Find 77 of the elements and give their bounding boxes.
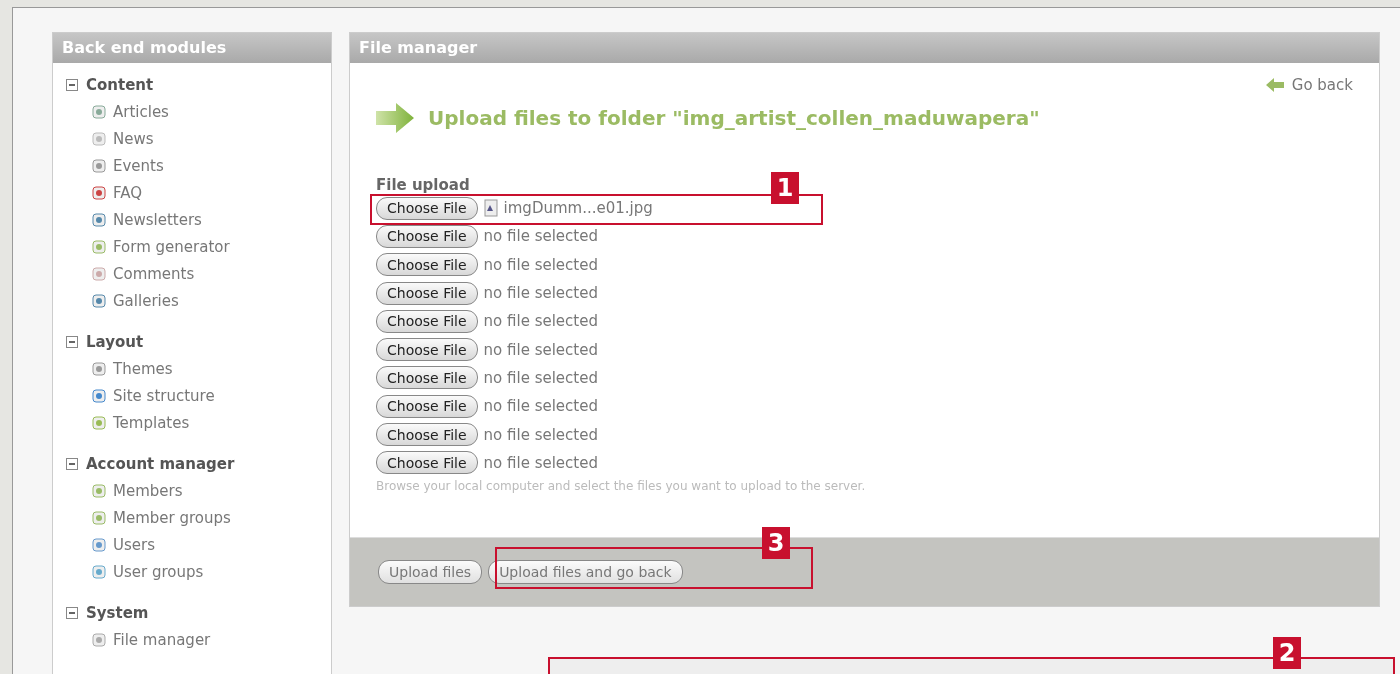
sidebar-item[interactable]: Site structure bbox=[113, 386, 215, 405]
module-icon bbox=[91, 414, 107, 431]
file-name: no file selected bbox=[483, 255, 598, 274]
sidebar-item[interactable]: Newsletters bbox=[113, 210, 202, 229]
choose-file-button[interactable]: Choose File bbox=[376, 196, 478, 220]
file-name: no file selected bbox=[483, 227, 598, 246]
group-header[interactable]: System bbox=[53, 599, 331, 626]
sidebar-item[interactable]: Form generator bbox=[113, 237, 230, 256]
module-icon bbox=[91, 563, 107, 580]
sidebar-item[interactable]: Members bbox=[113, 481, 183, 500]
upload-button[interactable]: Upload files bbox=[378, 560, 483, 584]
module-icon bbox=[91, 360, 107, 377]
group-label: Content bbox=[86, 75, 154, 94]
field-label: File upload bbox=[376, 176, 470, 194]
collapse-icon[interactable] bbox=[66, 78, 78, 91]
arrow-icon bbox=[376, 103, 414, 133]
callout-number: 1 bbox=[771, 172, 799, 204]
group-header[interactable]: Account manager bbox=[53, 450, 331, 477]
choose-file-button[interactable]: Choose File bbox=[376, 281, 478, 305]
sidebar-item[interactable]: Galleries bbox=[113, 291, 179, 310]
module-icon bbox=[91, 509, 107, 526]
module-icon bbox=[91, 265, 107, 282]
sidebar-item[interactable]: Templates bbox=[113, 413, 190, 432]
sidebar-item[interactable]: Comments bbox=[113, 264, 195, 283]
file-name: no file selected bbox=[483, 368, 598, 387]
group-label: System bbox=[86, 603, 149, 622]
module-icon bbox=[91, 387, 107, 404]
choose-file-button[interactable]: Choose File bbox=[376, 253, 478, 277]
module-icon bbox=[91, 536, 107, 553]
callout-number: 3 bbox=[762, 527, 790, 559]
choose-file-button[interactable]: Choose File bbox=[376, 451, 478, 475]
go-back-link[interactable]: Go back bbox=[1265, 76, 1353, 94]
group-header[interactable]: Layout bbox=[53, 328, 331, 355]
sidebar-item[interactable]: Events bbox=[113, 156, 164, 175]
module-icon bbox=[91, 103, 107, 120]
hint-text: Browse your local computer and select the files you want to upload to the server. bbox=[376, 478, 867, 493]
sidebar-item[interactable]: Themes bbox=[113, 359, 173, 378]
choose-file-button[interactable]: Choose File bbox=[376, 423, 478, 446]
sidebar-item[interactable]: Member groups bbox=[113, 508, 231, 527]
sidebar-item[interactable]: Users bbox=[113, 535, 155, 554]
choose-file-button[interactable]: Choose File bbox=[376, 394, 478, 418]
module-icon bbox=[91, 211, 107, 228]
module-icon bbox=[91, 184, 107, 201]
collapse-icon[interactable] bbox=[66, 606, 78, 619]
module-icon bbox=[91, 482, 107, 499]
collapse-icon[interactable] bbox=[66, 335, 78, 348]
choose-file-button[interactable]: Choose File bbox=[376, 366, 478, 390]
group-header[interactable]: Content bbox=[53, 71, 331, 98]
file-name: no file selected bbox=[483, 425, 598, 444]
sidebar-item[interactable]: User groups bbox=[113, 562, 204, 581]
file-name: no file selected bbox=[483, 397, 598, 416]
sidebar-item[interactable]: File manager bbox=[113, 630, 211, 649]
sidebar-item[interactable]: FAQ bbox=[113, 183, 143, 202]
module-icon bbox=[91, 157, 107, 174]
module-icon bbox=[91, 292, 107, 309]
module-icon bbox=[91, 631, 107, 648]
page-heading: Upload files to folder "img_artist_collen_maduwapera" bbox=[428, 106, 1040, 130]
choose-file-button[interactable]: Choose File bbox=[376, 309, 478, 333]
panel-title: Back end modules bbox=[53, 33, 331, 63]
sidebar-item[interactable]: Articles bbox=[113, 102, 169, 121]
choose-file-button[interactable]: Choose File bbox=[376, 338, 478, 362]
module-icon bbox=[91, 130, 107, 147]
collapse-icon[interactable] bbox=[66, 457, 78, 470]
upload-button[interactable]: Upload files and go back bbox=[488, 560, 683, 584]
panel-title: File manager bbox=[350, 33, 1379, 63]
file-name: no file selected bbox=[483, 340, 598, 359]
back-arrow-icon bbox=[1265, 78, 1284, 92]
module-icon bbox=[91, 238, 107, 255]
callout-number: 2 bbox=[1273, 637, 1301, 669]
file-name: no file selected bbox=[483, 453, 598, 472]
file-name: no file selected bbox=[483, 312, 598, 331]
choose-file-button[interactable]: Choose File bbox=[376, 224, 478, 248]
file-name: no file selected bbox=[483, 284, 598, 303]
group-label: Layout bbox=[86, 332, 144, 351]
file-name: imgDumm...e01.jpg bbox=[503, 199, 653, 218]
group-label: Account manager bbox=[86, 454, 235, 473]
sidebar-item[interactable]: News bbox=[113, 129, 154, 148]
